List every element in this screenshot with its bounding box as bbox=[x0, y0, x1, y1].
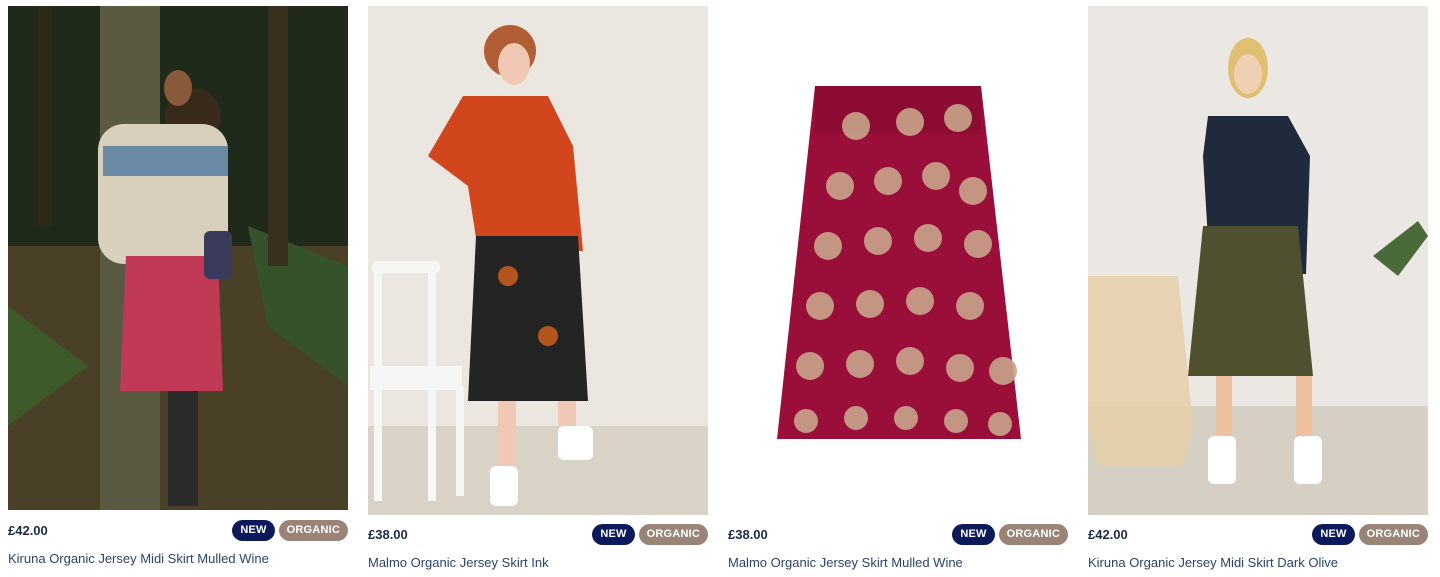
product-image[interactable] bbox=[728, 6, 1068, 515]
product-image[interactable] bbox=[1088, 6, 1428, 515]
new-badge: NEW bbox=[592, 524, 635, 545]
new-badge: NEW bbox=[952, 524, 995, 545]
product-price: £42.00 bbox=[8, 523, 48, 538]
product-price: £38.00 bbox=[728, 527, 768, 542]
product-badges: NEW ORGANIC bbox=[952, 524, 1068, 545]
organic-badge: ORGANIC bbox=[998, 524, 1068, 545]
organic-badge: ORGANIC bbox=[278, 520, 348, 541]
product-title-link[interactable]: Kiruna Organic Jersey Midi Skirt Dark Ol… bbox=[1088, 555, 1338, 570]
product-badges: NEW ORGANIC bbox=[232, 520, 348, 541]
organic-badge: ORGANIC bbox=[638, 524, 708, 545]
new-badge: NEW bbox=[1312, 524, 1355, 545]
product-price: £42.00 bbox=[1088, 527, 1128, 542]
product-image[interactable] bbox=[8, 6, 348, 510]
new-badge: NEW bbox=[232, 520, 275, 541]
product-badges: NEW ORGANIC bbox=[1312, 524, 1428, 545]
product-badges: NEW ORGANIC bbox=[592, 524, 708, 545]
product-image[interactable] bbox=[368, 6, 708, 515]
organic-badge: ORGANIC bbox=[1358, 524, 1428, 545]
product-title-link[interactable]: Kiruna Organic Jersey Midi Skirt Mulled … bbox=[8, 551, 269, 566]
product-title-link[interactable]: Malmo Organic Jersey Skirt Mulled Wine bbox=[728, 555, 963, 570]
product-price: £38.00 bbox=[368, 527, 408, 542]
product-title-link[interactable]: Malmo Organic Jersey Skirt Ink bbox=[368, 555, 549, 570]
